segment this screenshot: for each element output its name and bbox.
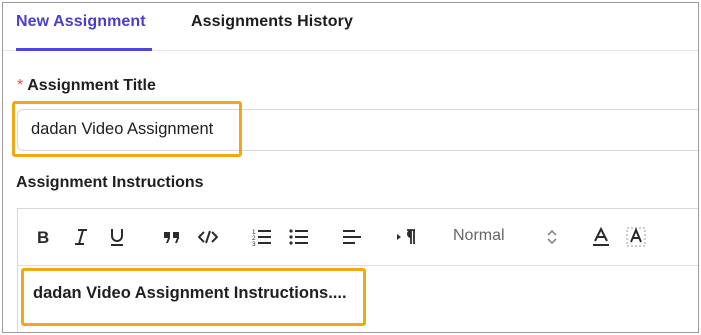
blockquote-icon[interactable] — [161, 223, 183, 251]
title-highlight-box — [12, 101, 242, 157]
required-marker: * — [17, 77, 24, 94]
tab-assignments-history[interactable]: Assignments History — [191, 13, 353, 51]
code-block-icon[interactable] — [197, 223, 219, 251]
tab-new-assignment[interactable]: New Assignment — [16, 13, 152, 51]
svg-text:3: 3 — [252, 241, 256, 247]
format-select[interactable]: Normal — [451, 223, 563, 251]
format-select-value: Normal — [453, 227, 505, 244]
assignment-title-label-text: Assignment Title — [27, 77, 156, 94]
toolbar-divider — [17, 265, 698, 266]
tab-bar: New Assignment Assignments History — [3, 3, 698, 51]
ordered-list-icon[interactable]: 123 — [251, 223, 273, 251]
bold-icon[interactable]: B — [33, 223, 55, 251]
underline-icon[interactable] — [106, 223, 128, 251]
bullet-list-icon[interactable] — [288, 223, 310, 251]
text-color-icon[interactable] — [590, 223, 612, 251]
chevron-updown-icon — [547, 229, 557, 250]
instructions-highlight-box — [21, 268, 366, 326]
assignment-panel: New Assignment Assignments History * Assi… — [2, 2, 699, 333]
background-color-icon[interactable] — [625, 223, 647, 251]
text-direction-icon[interactable] — [395, 223, 417, 251]
italic-icon[interactable] — [70, 223, 92, 251]
align-icon[interactable] — [341, 223, 363, 251]
svg-text:B: B — [37, 228, 49, 246]
assignment-title-label: * Assignment Title — [17, 77, 156, 95]
assignment-instructions-label: Assignment Instructions — [16, 174, 204, 191]
